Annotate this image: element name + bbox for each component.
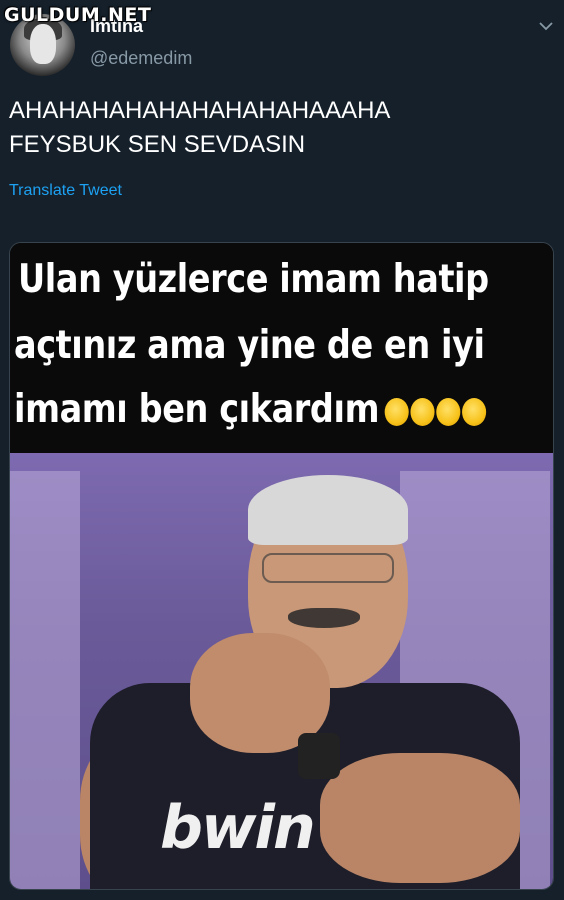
chevron-down-icon[interactable] bbox=[536, 16, 556, 36]
laughing-emoji-icon bbox=[461, 397, 486, 426]
tweet-text-line: AHAHAHAHAHAHAHAHAHAAAHA bbox=[9, 97, 391, 124]
tweet-text-line: FEYSBUK SEN SEVDASIN bbox=[9, 131, 306, 158]
tweet-media-image[interactable]: Ulan yüzlerce imam hatip açtınız ama yin… bbox=[9, 242, 554, 890]
laughing-emoji-icon bbox=[410, 397, 435, 426]
site-watermark: GULDUM.NET bbox=[4, 4, 152, 26]
shirt-sponsor-text: bwin bbox=[160, 793, 316, 863]
laughing-emoji-icon bbox=[435, 397, 460, 426]
laughing-emoji-row bbox=[384, 397, 486, 426]
caption-line: açtınız ama yine de en iyi bbox=[14, 323, 485, 368]
author-handle[interactable]: @edemedim bbox=[90, 48, 192, 69]
image-caption: Ulan yüzlerce imam hatip açtınız ama yin… bbox=[10, 243, 553, 453]
caption-line: imamı ben çıkardım bbox=[14, 387, 486, 432]
tweet-text: AHAHAHAHAHAHAHAHAHAAAHA FEYSBUK SEN SEVD… bbox=[9, 94, 549, 162]
meme-photo: bwin bbox=[10, 453, 553, 889]
caption-line: Ulan yüzlerce imam hatip bbox=[18, 257, 489, 302]
translate-tweet-link[interactable]: Translate Tweet bbox=[9, 182, 122, 200]
caption-line-text: imamı ben çıkardım bbox=[14, 387, 380, 432]
laughing-emoji-icon bbox=[384, 397, 409, 426]
